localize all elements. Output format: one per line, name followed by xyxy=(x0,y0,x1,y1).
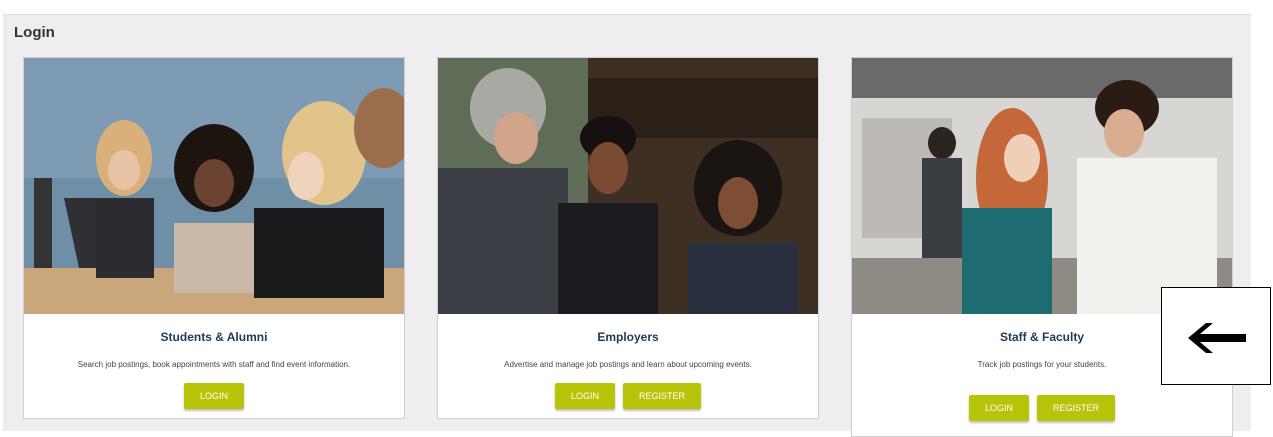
staff-register-button[interactable]: REGISTER xyxy=(1037,395,1116,421)
top-strip xyxy=(0,0,1273,14)
employers-photo xyxy=(438,58,818,314)
card-title: Students & Alumni xyxy=(160,330,268,344)
login-panel: Login Students & Alumni Search job posti… xyxy=(3,14,1251,437)
card-title: Employers xyxy=(597,330,659,344)
card-employers: Employers Advertise and manage job posti… xyxy=(437,57,819,419)
employers-login-button[interactable]: LOGIN xyxy=(554,383,615,409)
button-row: LOGIN REGISTER xyxy=(852,395,1232,421)
card-description: Search job postings, book appointments w… xyxy=(77,360,351,369)
students-alumni-photo xyxy=(24,58,404,314)
card-description: Advertise and manage job postings and le… xyxy=(504,360,752,369)
button-row: LOGIN REGISTER xyxy=(438,383,818,409)
staff-faculty-photo xyxy=(852,58,1232,314)
students-login-button[interactable]: LOGIN xyxy=(183,383,244,409)
page-title: Login xyxy=(14,24,55,41)
button-row: LOGIN xyxy=(24,383,404,409)
card-students-alumni: Students & Alumni Search job postings, b… xyxy=(23,57,405,419)
employers-register-button[interactable]: REGISTER xyxy=(623,383,702,409)
back-arrow-overlay[interactable] xyxy=(1161,287,1271,385)
left-arrow-icon xyxy=(1188,323,1246,353)
staff-login-button[interactable]: LOGIN xyxy=(968,395,1029,421)
